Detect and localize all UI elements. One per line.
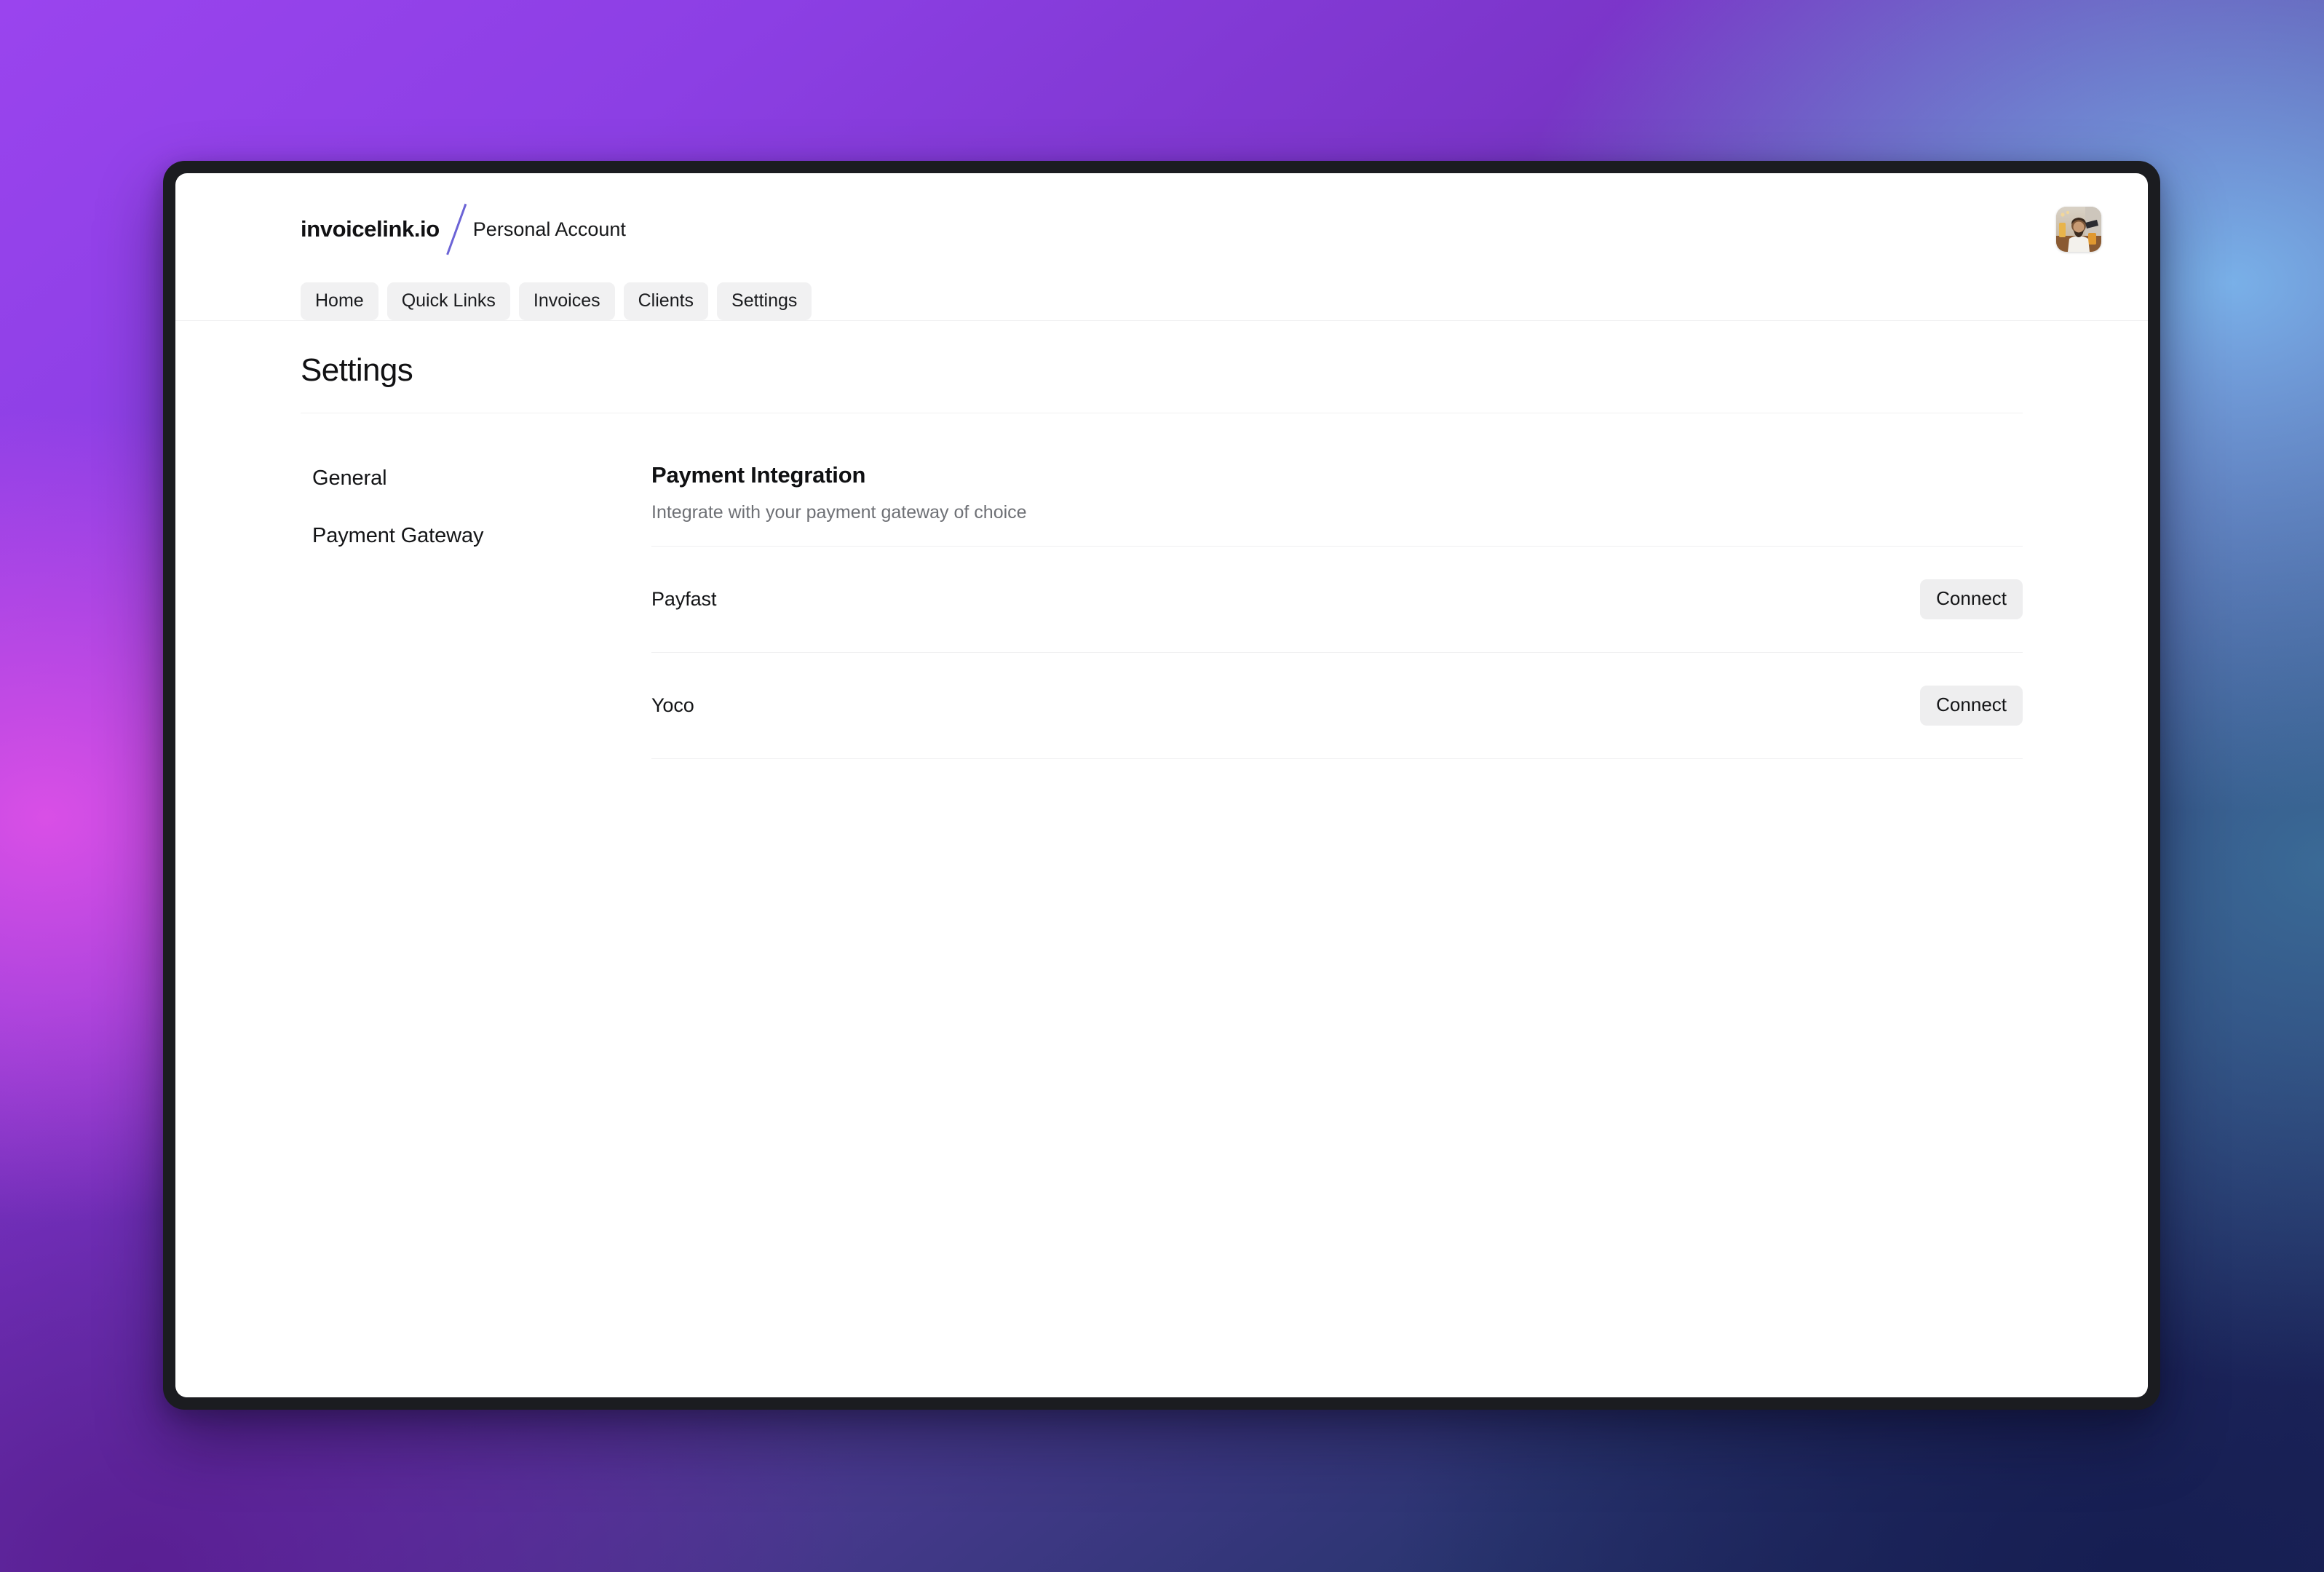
sidebar-item-payment-gateway[interactable]: Payment Gateway xyxy=(301,523,651,549)
panel-subtitle: Integrate with your payment gateway of c… xyxy=(651,501,1027,523)
account-name-label[interactable]: Personal Account xyxy=(473,218,626,241)
nav-item-invoices[interactable]: Invoices xyxy=(518,282,615,320)
primary-nav: Home Quick Links Invoices Clients Settin… xyxy=(175,252,2148,320)
settings-layout: General Payment Gateway Payment Integrat… xyxy=(175,413,2148,759)
panel-title: Payment Integration xyxy=(651,462,866,488)
connect-button-payfast[interactable]: Connect xyxy=(1920,579,2023,619)
settings-sidebar: General Payment Gateway xyxy=(301,461,651,549)
nav-item-settings[interactable]: Settings xyxy=(717,282,812,320)
page-title-row: Settings xyxy=(175,321,2148,388)
page-title: Settings xyxy=(301,352,413,388)
table-row: Yoco Connect xyxy=(651,653,2023,759)
sidebar-item-general[interactable]: General xyxy=(301,466,651,491)
connect-button-yoco[interactable]: Connect xyxy=(1920,685,2023,726)
brand-logo-text[interactable]: invoicelink.io xyxy=(301,216,440,242)
gateway-name-yoco: Yoco xyxy=(651,694,694,716)
avatar[interactable] xyxy=(2056,207,2101,252)
table-row: Payfast Connect xyxy=(651,547,2023,653)
header-top-bar: invoicelink.io Personal Account xyxy=(175,207,2148,252)
payment-integration-panel: Payment Integration Integrate with your … xyxy=(651,461,2023,759)
breadcrumb: invoicelink.io Personal Account xyxy=(301,207,626,252)
breadcrumb-slash-icon xyxy=(440,207,473,252)
gateway-name-payfast: Payfast xyxy=(651,587,717,610)
app-header: invoicelink.io Personal Account Home Qui… xyxy=(175,173,2148,321)
nav-item-quick-links[interactable]: Quick Links xyxy=(386,282,510,320)
nav-item-home[interactable]: Home xyxy=(301,282,378,320)
browser-viewport: invoicelink.io Personal Account Home Qui… xyxy=(175,173,2148,1397)
device-frame: invoicelink.io Personal Account Home Qui… xyxy=(163,161,2160,1410)
nav-item-clients[interactable]: Clients xyxy=(623,282,709,320)
page-body: Settings General Payment Gateway Payment… xyxy=(175,321,2148,759)
